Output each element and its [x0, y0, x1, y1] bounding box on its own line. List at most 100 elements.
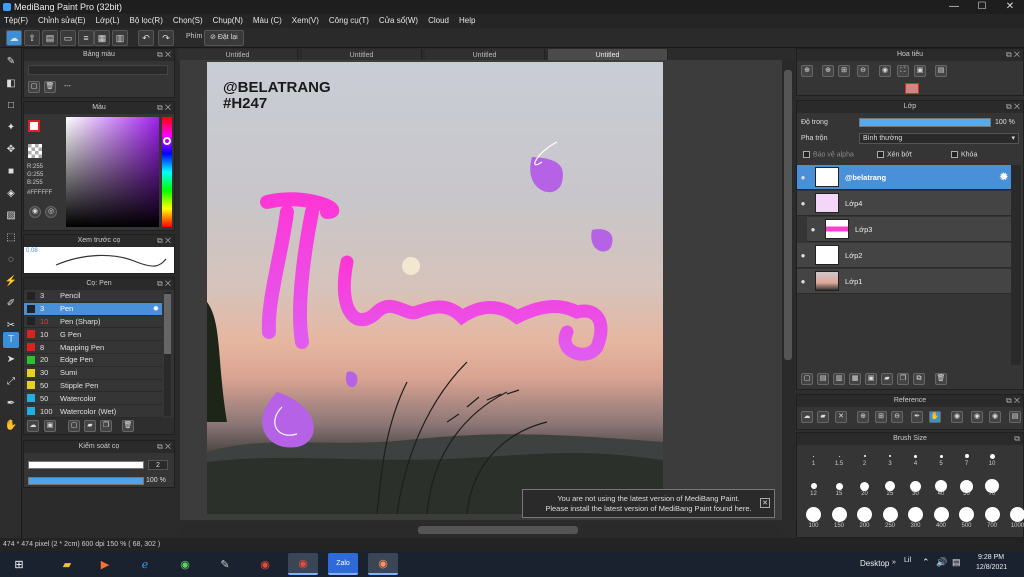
- notice-close-button[interactable]: ✕: [760, 498, 770, 508]
- chrome-open-icon[interactable]: ◉: [288, 553, 318, 575]
- zoom-minus-icon[interactable]: ⊖: [857, 65, 869, 77]
- reset-button[interactable]: ⊘ Đặt lại: [204, 30, 244, 46]
- new-halftone-layer-icon[interactable]: ▤: [817, 373, 829, 385]
- brush-item-watercolor[interactable]: 50 Watercolor: [24, 392, 162, 406]
- text-tool-icon[interactable]: T: [3, 332, 19, 348]
- horizontal-scrollbar-thumb[interactable]: [418, 526, 578, 534]
- bucket-tool-icon[interactable]: ◈: [3, 186, 19, 202]
- wand-tool-icon[interactable]: ⚡: [3, 274, 19, 290]
- file-explorer-icon[interactable]: ▰: [52, 553, 82, 575]
- start-windows-icon[interactable]: ⊞: [4, 553, 34, 575]
- new-brush-icon[interactable]: ▢: [68, 420, 80, 432]
- ref-eyedropper-icon[interactable]: ✒: [911, 411, 923, 423]
- brush-item-mapping-pen[interactable]: 8 Mapping Pen: [24, 341, 162, 354]
- magic-tool-icon[interactable]: ✦: [3, 120, 19, 136]
- grid-icon[interactable]: ▦: [94, 30, 110, 46]
- menu-layer[interactable]: Lớp(L): [96, 14, 120, 28]
- ref-zoom-in-icon[interactable]: ⊕: [857, 411, 869, 423]
- ref-hand-icon[interactable]: ✋: [929, 411, 941, 423]
- brush-item-watercolor-wet[interactable]: 100 Watercolor (Wet): [24, 405, 162, 418]
- tray-overflow-icon[interactable]: »: [892, 559, 896, 566]
- close-window-button[interactable]: ✕: [996, 0, 1024, 14]
- hue-slider[interactable]: [162, 117, 172, 227]
- delete-palette-icon[interactable]: 🗑: [44, 81, 56, 93]
- menu-edit[interactable]: Chỉnh sửa(E): [38, 14, 86, 28]
- brush-size-preset[interactable]: [903, 505, 928, 523]
- clock-time[interactable]: 9:28 PM: [978, 554, 1004, 561]
- panel-close-icon[interactable]: ⧉ ✕: [157, 278, 171, 290]
- blend-mode-select[interactable]: Bình thường ▾: [859, 133, 1019, 144]
- visibility-eye-icon[interactable]: ●: [797, 199, 809, 208]
- ref-flip-icon[interactable]: ◉: [989, 411, 1001, 423]
- tray-arrow-icon[interactable]: ⌃: [922, 557, 930, 568]
- visibility-eye-icon[interactable]: ●: [797, 173, 809, 182]
- network-icon[interactable]: ▤: [952, 557, 961, 568]
- medibang-icon[interactable]: ◉: [368, 553, 398, 575]
- game-app-icon[interactable]: ◉: [170, 553, 200, 575]
- foreground-color-swatch[interactable]: [28, 120, 40, 132]
- chrome-icon[interactable]: ◉: [250, 553, 280, 575]
- dropper-tool-icon[interactable]: ✒: [3, 396, 19, 412]
- clip-checkbox[interactable]: Xén bớt: [877, 151, 912, 158]
- paint-app-icon[interactable]: ✎: [210, 553, 240, 575]
- menu-window[interactable]: Cửa sổ(W): [379, 14, 418, 28]
- ref-cloud-icon[interactable]: ☁: [801, 411, 813, 423]
- brush-size-value[interactable]: 2: [148, 460, 168, 470]
- layer-row-lop4[interactable]: ● Lớp4: [797, 191, 1011, 216]
- brush-size-preset[interactable]: [827, 505, 852, 523]
- brush-size-slider[interactable]: [28, 461, 144, 469]
- layer-row-lop3[interactable]: ● Lớp3: [807, 217, 1011, 242]
- visibility-eye-icon[interactable]: ●: [797, 277, 809, 286]
- brush-size-preset[interactable]: [1005, 505, 1024, 523]
- scrollbar-thumb[interactable]: [164, 294, 171, 354]
- layer-opacity-slider[interactable]: [859, 118, 991, 127]
- select-pen-tool-icon[interactable]: ✐: [3, 296, 19, 312]
- fill-rect-tool-icon[interactable]: ■: [3, 164, 19, 180]
- panel-close-icon[interactable]: ⧉ ✕: [157, 102, 171, 114]
- panel-close-icon[interactable]: ⧉ ✕: [157, 49, 171, 61]
- menu-filter[interactable]: Bộ lọc(R): [130, 14, 163, 28]
- move-tool-icon[interactable]: ✥: [3, 142, 19, 158]
- brush-settings-gear-icon[interactable]: ✹: [153, 304, 159, 313]
- duplicate-icon[interactable]: ❐: [100, 420, 112, 432]
- ref-zoom-out-icon[interactable]: ⊖: [891, 411, 903, 423]
- comment-icon[interactable]: ▭: [60, 30, 76, 46]
- eraser-tool-icon[interactable]: ◧: [3, 76, 19, 92]
- hand-tool-icon[interactable]: ✋: [3, 418, 19, 434]
- new-1bit-layer-icon[interactable]: ▦: [849, 373, 861, 385]
- vertical-scrollbar-thumb[interactable]: [784, 70, 792, 360]
- brush-tool-icon[interactable]: ✎: [3, 54, 19, 70]
- rect-tool-icon[interactable]: □: [3, 98, 19, 114]
- menu-tools[interactable]: Công cụ(T): [329, 14, 369, 28]
- layer-folder-icon[interactable]: ▰: [881, 373, 893, 385]
- panel-icon[interactable]: ▥: [112, 30, 128, 46]
- rotate-icon[interactable]: ◉: [879, 65, 891, 77]
- brush-size-preset[interactable]: [801, 505, 826, 523]
- add-brush-icon[interactable]: ▣: [44, 420, 56, 432]
- panel-close-icon[interactable]: ⧉ ✕: [1006, 49, 1020, 61]
- brush-list-scrollbar[interactable]: [164, 292, 171, 416]
- internet-explorer-icon[interactable]: ℯ: [130, 553, 160, 575]
- horizontal-scrollbar[interactable]: [180, 524, 782, 536]
- brush-item-pencil[interactable]: 3 Pencil: [24, 290, 162, 303]
- navigator-thumbnail[interactable]: [905, 83, 919, 94]
- brush-size-preset[interactable]: [980, 505, 1005, 523]
- brush-item-g-pen[interactable]: 10 G Pen: [24, 328, 162, 342]
- menu-help[interactable]: Help: [459, 14, 475, 28]
- menu-view[interactable]: Xem(V): [292, 14, 319, 28]
- lasso-tool-icon[interactable]: ◌: [3, 252, 19, 268]
- fit-window-icon[interactable]: ⛶: [897, 65, 909, 77]
- media-player-icon[interactable]: ▶: [90, 553, 120, 575]
- ref-rotate-icon[interactable]: ◉: [951, 411, 963, 423]
- zoom-out-icon[interactable]: ⊕: [822, 65, 834, 77]
- duplicate-layer-icon[interactable]: ❐: [897, 373, 909, 385]
- flip-icon[interactable]: ▤: [935, 65, 947, 77]
- actual-size-icon[interactable]: ▣: [914, 65, 926, 77]
- layer-row-belatrang[interactable]: ● @belatrang ✹: [797, 165, 1011, 190]
- ref-lock-icon[interactable]: ▤: [1009, 411, 1021, 423]
- layer-list-scrollbar[interactable]: [1011, 165, 1021, 365]
- lock-checkbox[interactable]: Khóa: [951, 151, 977, 158]
- trash-icon[interactable]: 🗑: [122, 420, 134, 432]
- document-icon[interactable]: ▤: [42, 30, 58, 46]
- layer-row-lop2[interactable]: ● Lớp2: [797, 243, 1011, 268]
